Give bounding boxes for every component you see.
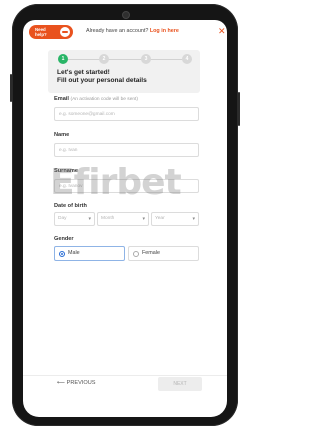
previous-button[interactable]: ⟵ PREVIOUS — [57, 380, 96, 386]
stepper-line — [64, 59, 192, 60]
front-camera — [122, 11, 130, 19]
dob-month-select[interactable]: Month ▾ — [97, 212, 149, 226]
radio-unselected-icon — [133, 250, 139, 257]
watermark-logo: Efirbet — [50, 162, 182, 203]
login-link[interactable]: Log in here — [150, 28, 179, 34]
dob-day-value: Day — [58, 216, 67, 221]
dob-label: Date of birth — [54, 203, 87, 209]
dob-day-select[interactable]: Day ▾ — [54, 212, 95, 226]
name-field[interactable]: e.g. Ivan — [54, 143, 199, 157]
step-1: 1 — [58, 54, 68, 64]
registration-stepper: 1 2 3 4 Let's get started! Fill out your… — [48, 50, 200, 93]
gender-female-label: Female — [142, 250, 160, 256]
arrow-left-icon: ⟵ — [57, 380, 66, 386]
email-label-text: Email — [54, 96, 69, 102]
account-question: Already have an account? — [86, 28, 149, 34]
step-title: Let's get started! Fill out your persona… — [57, 69, 147, 85]
need-help-button[interactable]: Need help? — [29, 25, 73, 39]
top-bar: Need help? Already have an account? Log … — [23, 20, 227, 44]
account-prompt: Already have an account? Log in here — [86, 28, 179, 34]
gender-male-label: Male — [68, 250, 80, 256]
power-button — [238, 92, 240, 126]
next-button[interactable]: NEXT — [158, 377, 202, 391]
close-icon[interactable]: ✕ — [218, 26, 226, 36]
step-3: 3 — [141, 54, 151, 64]
name-label: Name — [54, 132, 70, 138]
chat-bubble-icon — [60, 27, 70, 37]
step-title-line-1: Let's get started! — [57, 69, 110, 76]
gender-female-option[interactable]: Female — [128, 246, 199, 261]
gender-label: Gender — [54, 236, 74, 242]
radio-selected-icon — [59, 250, 65, 257]
step-2: 2 — [99, 54, 109, 64]
need-help-label: Need help? — [35, 27, 47, 37]
gender-male-option[interactable]: Male — [54, 246, 125, 261]
dob-year-select[interactable]: Year ▾ — [151, 212, 199, 226]
footer-divider — [23, 375, 227, 376]
dob-year-value: Year — [155, 216, 165, 221]
email-field[interactable]: e.g. someone@gmail.com — [54, 107, 199, 121]
app-screen: Need help? Already have an account? Log … — [23, 20, 227, 417]
dob-month-value: Month — [101, 216, 115, 221]
step-4: 4 — [182, 54, 192, 64]
chevron-down-icon: ▾ — [192, 216, 195, 222]
chevron-down-icon: ▾ — [142, 216, 145, 222]
previous-label: PREVIOUS — [66, 380, 96, 386]
email-hint: (An activation code will be sent) — [70, 97, 138, 102]
email-label: Email (An activation code will be sent) — [54, 96, 138, 102]
volume-button — [10, 74, 12, 102]
step-title-line-2: Fill out your personal details — [57, 77, 147, 84]
chevron-down-icon: ▾ — [88, 216, 91, 222]
